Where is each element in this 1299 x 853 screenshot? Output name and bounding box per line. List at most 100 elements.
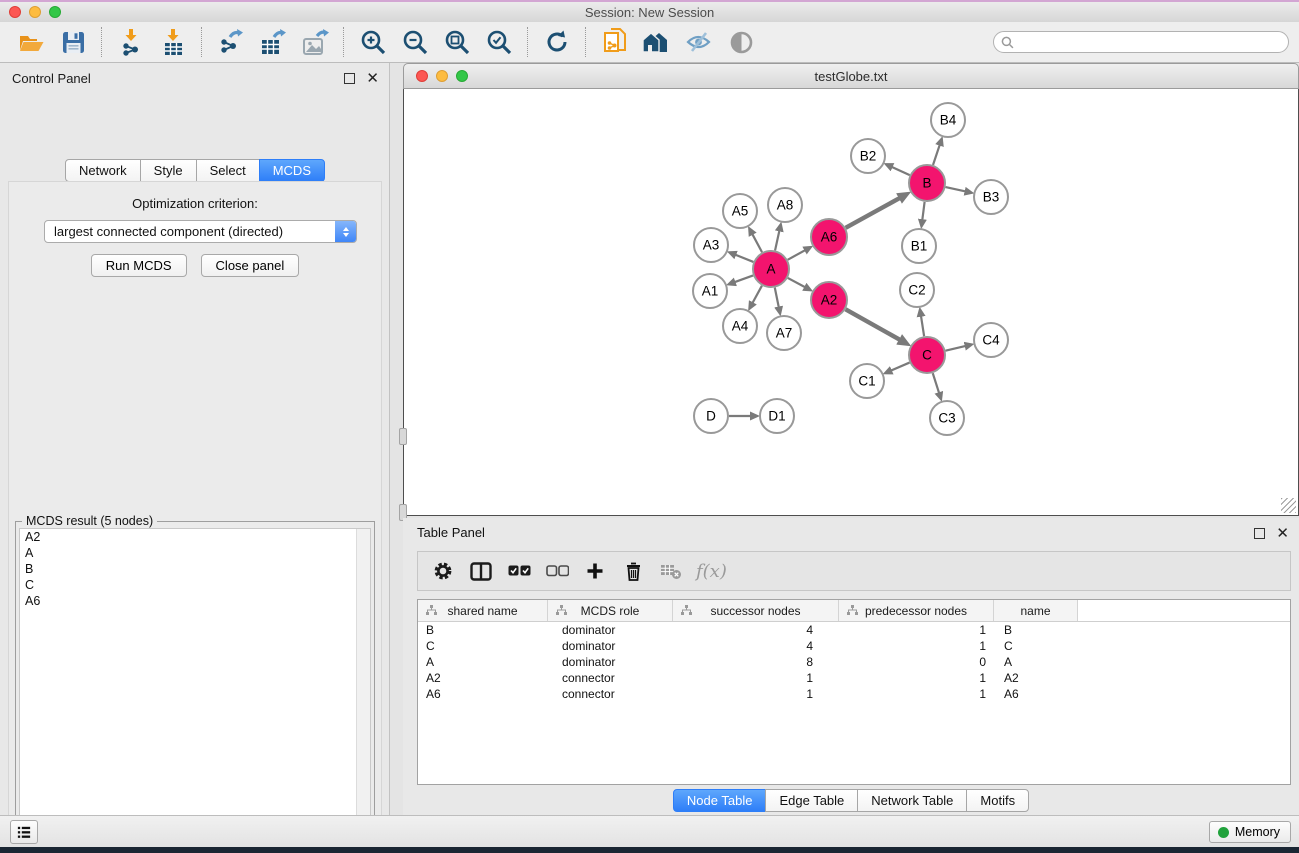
clone-network-button[interactable] <box>594 24 636 60</box>
tab-network-table[interactable]: Network Table <box>857 789 967 812</box>
network-window-titlebar[interactable]: testGlobe.txt <box>403 63 1299 89</box>
close-table-panel-icon[interactable]: ✕ <box>1276 526 1289 541</box>
tab-edge-table[interactable]: Edge Table <box>765 789 858 812</box>
zoom-out-button[interactable] <box>394 24 436 60</box>
graph-edge-B-B2[interactable] <box>892 167 910 175</box>
table-cell[interactable]: 1 <box>839 670 994 686</box>
graph-node-C4[interactable]: C4 <box>974 323 1008 357</box>
graph-node-B[interactable]: B <box>909 165 945 201</box>
graph-node-A1[interactable]: A1 <box>693 274 727 308</box>
table-row[interactable]: Adominator80A <box>418 654 1290 670</box>
refresh-button[interactable] <box>536 24 578 60</box>
close-panel-button[interactable]: Close panel <box>201 254 300 277</box>
graph-node-D[interactable]: D <box>694 399 728 433</box>
task-history-button[interactable] <box>10 820 38 844</box>
table-settings-button[interactable] <box>424 554 462 588</box>
graph-node-A8[interactable]: A8 <box>768 188 802 222</box>
search-box[interactable] <box>993 31 1289 53</box>
table-cell[interactable]: C <box>994 638 1078 654</box>
column-header-MCDS-role[interactable]: MCDS role <box>548 600 673 621</box>
export-image-button[interactable] <box>294 24 336 60</box>
table-cell[interactable]: 4 <box>673 622 839 638</box>
minimize-network-icon[interactable] <box>436 70 448 82</box>
graph-edge-C-C4[interactable] <box>945 346 965 351</box>
add-column-button[interactable] <box>576 554 614 588</box>
table-cell[interactable]: A <box>418 654 548 670</box>
float-panel-icon[interactable] <box>344 73 355 84</box>
graph-node-A6[interactable]: A6 <box>811 219 847 255</box>
delete-table-button[interactable] <box>652 554 690 588</box>
table-cell[interactable]: C <box>418 638 548 654</box>
table-cell[interactable]: B <box>994 622 1078 638</box>
close-network-icon[interactable] <box>416 70 428 82</box>
graph-node-B4[interactable]: B4 <box>931 103 965 137</box>
import-table-button[interactable] <box>152 24 194 60</box>
graph-edge-A-A8[interactable] <box>775 230 779 250</box>
tab-mcds[interactable]: MCDS <box>259 159 325 182</box>
table-row[interactable]: Cdominator41C <box>418 638 1290 654</box>
graph-node-C1[interactable]: C1 <box>850 364 884 398</box>
network-graph[interactable]: B4B2BB3A8A5A6A3B1AA1C2A2A4A7C4CC1C3DD1 <box>404 89 1298 515</box>
graph-node-B1[interactable]: B1 <box>902 229 936 263</box>
column-header-successor-nodes[interactable]: successor nodes <box>673 600 839 621</box>
table-cell[interactable]: 8 <box>673 654 839 670</box>
mcds-result-list[interactable]: A2ABCA6 <box>19 528 371 853</box>
graph-node-A2[interactable]: A2 <box>811 282 847 318</box>
result-scrollbar[interactable] <box>356 529 370 853</box>
column-header-shared-name[interactable]: shared name <box>418 600 548 621</box>
zoom-in-button[interactable] <box>352 24 394 60</box>
float-table-panel-icon[interactable] <box>1254 528 1265 539</box>
select-all-columns-button[interactable] <box>500 554 538 588</box>
graph-edge-C-C3[interactable] <box>933 373 939 393</box>
graph-edge-B-B4[interactable] <box>933 145 940 165</box>
graph-node-C[interactable]: C <box>909 337 945 373</box>
table-cell[interactable]: A2 <box>418 670 548 686</box>
graph-edge-C-C1[interactable] <box>891 363 910 371</box>
close-window-icon[interactable] <box>9 6 21 18</box>
graph-edge-A2-C[interactable] <box>846 309 900 340</box>
table-cell[interactable]: connector <box>548 670 673 686</box>
table-cell[interactable]: dominator <box>548 638 673 654</box>
open-file-button[interactable] <box>10 24 52 60</box>
graph-edge-A-A1[interactable] <box>734 275 753 282</box>
table-cell[interactable]: 1 <box>839 638 994 654</box>
table-row[interactable]: Bdominator41B <box>418 622 1290 638</box>
graph-edge-A-A5[interactable] <box>752 234 762 252</box>
graph-edge-A-A3[interactable] <box>735 255 753 262</box>
graph-edge-A-A4[interactable] <box>752 286 762 303</box>
column-header-predecessor-nodes[interactable]: predecessor nodes <box>839 600 994 621</box>
column-header-name[interactable]: name <box>994 600 1078 621</box>
close-panel-icon[interactable]: ✕ <box>366 71 379 86</box>
memory-button[interactable]: Memory <box>1209 821 1291 843</box>
table-row[interactable]: A2connector11A2 <box>418 670 1290 686</box>
table-row[interactable]: A6connector11A6 <box>418 686 1290 702</box>
import-network-button[interactable] <box>110 24 152 60</box>
zoom-fit-button[interactable] <box>436 24 478 60</box>
minimize-window-icon[interactable] <box>29 6 41 18</box>
graph-edge-B-B1[interactable] <box>922 202 924 220</box>
export-table-button[interactable] <box>252 24 294 60</box>
graph-node-A5[interactable]: A5 <box>723 194 757 228</box>
table-cell[interactable]: 4 <box>673 638 839 654</box>
tab-node-table[interactable]: Node Table <box>673 789 767 812</box>
tab-network[interactable]: Network <box>65 159 141 182</box>
table-cell[interactable]: 1 <box>839 686 994 702</box>
hide-panel-button[interactable] <box>678 24 720 60</box>
graph-edge-C-C2[interactable] <box>921 316 924 337</box>
result-item[interactable]: B <box>20 561 370 577</box>
criterion-dropdown[interactable]: largest connected component (directed) <box>44 220 357 243</box>
zoom-window-icon[interactable] <box>49 6 61 18</box>
result-item[interactable]: A <box>20 545 370 561</box>
table-cell[interactable]: dominator <box>548 622 673 638</box>
graph-node-C2[interactable]: C2 <box>900 273 934 307</box>
table-cell[interactable]: 1 <box>673 670 839 686</box>
table-cell[interactable]: 1 <box>673 686 839 702</box>
table-cell[interactable]: connector <box>548 686 673 702</box>
graph-node-A7[interactable]: A7 <box>767 316 801 350</box>
deselect-all-columns-button[interactable] <box>538 554 576 588</box>
graph-edge-A-A7[interactable] <box>775 288 779 308</box>
save-session-button[interactable] <box>52 24 94 60</box>
graph-node-A4[interactable]: A4 <box>723 309 757 343</box>
graph-node-D1[interactable]: D1 <box>760 399 794 433</box>
zoom-selected-button[interactable] <box>478 24 520 60</box>
